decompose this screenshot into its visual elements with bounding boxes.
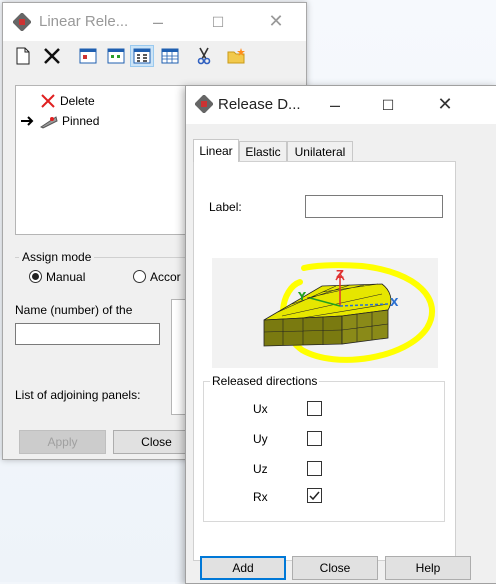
help-button[interactable]: Help <box>385 556 471 580</box>
new-file-icon <box>16 47 30 65</box>
scissors-icon <box>197 47 211 65</box>
table-icon <box>133 48 151 64</box>
folder-star-icon <box>227 48 245 64</box>
according-radio[interactable] <box>133 270 146 283</box>
view-button-2[interactable] <box>104 45 128 67</box>
delete-red-x-icon <box>41 94 55 108</box>
direction-label-uz: Uz <box>253 462 268 476</box>
apply-button[interactable]: Apply <box>19 430 106 454</box>
new-button[interactable] <box>11 45 35 67</box>
close-icon[interactable]: ✕ <box>267 12 285 30</box>
window-title: Release D... <box>218 96 301 113</box>
open-folder-button[interactable] <box>225 45 249 67</box>
view-button-1[interactable] <box>76 45 100 67</box>
title-bar[interactable]: Release D... – ☐ ✕ <box>186 86 496 124</box>
release-definition-window: Release D... – ☐ ✕ Linear Elastic Unilat… <box>185 85 496 584</box>
axis-z-label: Z <box>336 268 344 281</box>
tab-elastic[interactable]: Elastic <box>239 141 287 161</box>
according-label: Accor <box>150 270 181 284</box>
current-arrow-icon <box>21 116 34 126</box>
direction-label-rx: Rx <box>253 490 268 504</box>
tree-item-pinned[interactable]: Pinned <box>20 112 99 130</box>
close-button[interactable]: Close <box>292 556 378 580</box>
checkbox-rx[interactable] <box>307 488 322 503</box>
adjoining-label: List of adjoining panels: <box>15 388 141 402</box>
minimize-icon[interactable]: – <box>326 96 344 114</box>
add-button[interactable]: Add <box>200 556 286 580</box>
direction-label-ux: Ux <box>253 402 268 416</box>
manual-radio[interactable] <box>29 270 42 283</box>
checkmark-icon <box>309 491 320 501</box>
window-title: Linear Rele... <box>39 13 129 30</box>
axis-y-label: Y <box>297 290 307 303</box>
window-grid-icon <box>79 48 97 64</box>
checkbox-uy[interactable] <box>307 431 322 446</box>
tree-item-label: Pinned <box>62 114 100 128</box>
spreadsheet-icon <box>161 48 179 64</box>
axis-x-label: X <box>390 296 399 309</box>
manual-label: Manual <box>46 270 86 284</box>
name-label: Name (number) of the <box>15 303 133 317</box>
pinned-support-icon <box>40 116 58 129</box>
delete-x-icon <box>44 48 60 64</box>
window-list-icon <box>107 48 125 64</box>
tree-item-label: Delete <box>60 94 95 108</box>
app-icon <box>195 95 213 113</box>
checkbox-uz[interactable] <box>307 461 322 476</box>
title-bar[interactable]: Linear Rele... – ☐ ✕ <box>3 3 306 41</box>
app-icon <box>13 13 31 31</box>
cut-button[interactable] <box>192 45 216 67</box>
view-button-4[interactable] <box>158 45 182 67</box>
panel-edge-illustration: Z X Y <box>212 258 438 368</box>
tab-linear[interactable]: Linear <box>193 139 239 162</box>
label-input[interactable] <box>305 195 443 218</box>
view-button-3[interactable] <box>130 45 154 67</box>
maximize-icon[interactable]: ☐ <box>379 96 397 114</box>
group-title: Assign mode <box>19 250 95 264</box>
maximize-icon[interactable]: ☐ <box>209 13 227 31</box>
name-input[interactable] <box>15 323 160 345</box>
checkbox-ux[interactable] <box>307 401 322 416</box>
tree-item-delete[interactable]: Delete <box>40 92 95 110</box>
delete-button[interactable] <box>40 45 64 67</box>
group-title: Released directions <box>210 374 320 388</box>
toolbar <box>3 41 306 71</box>
tab-unilateral[interactable]: Unilateral <box>287 141 353 161</box>
minimize-icon[interactable]: – <box>149 13 167 31</box>
linear-tab-panel: Label: Z X Y Released directions Ux Uy U… <box>193 161 456 561</box>
released-directions-group: Released directions Ux Uy Uz Rx <box>203 374 445 522</box>
close-icon[interactable]: ✕ <box>436 95 454 113</box>
direction-label-uy: Uy <box>253 432 268 446</box>
label-caption: Label: <box>209 200 242 214</box>
